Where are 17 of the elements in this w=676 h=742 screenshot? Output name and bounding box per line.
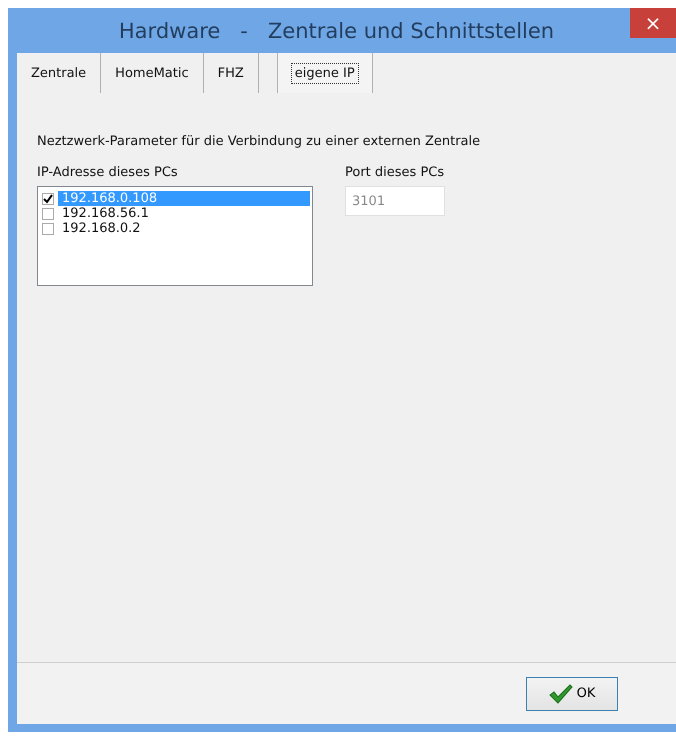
close-button[interactable]: ×	[630, 8, 676, 38]
window-title: Hardware - Zentrale und Schnittstellen	[118, 18, 554, 42]
tab[interactable]: HomeMatic	[101, 53, 204, 93]
ip-address-item[interactable]: 192.168.56.1	[58, 206, 310, 221]
tab[interactable]: eigene IP	[276, 53, 373, 93]
checkbox[interactable]	[42, 208, 54, 220]
description-text: Neztzwerk-Parameter für die Verbindung zu einer externen Zentrale	[37, 134, 482, 149]
check-icon	[548, 684, 573, 704]
tab[interactable]: FHZ	[204, 53, 259, 93]
checkbox[interactable]	[42, 192, 54, 204]
ip-address-item[interactable]: 192.168.0.2	[58, 221, 310, 236]
ip-list-label: IP-Adresse dieses PCs	[37, 165, 179, 180]
tab[interactable]: Zentrale	[17, 53, 102, 93]
checkbox[interactable]	[42, 222, 54, 234]
port-label: Port dieses PCs	[345, 165, 445, 180]
ok-button[interactable]: OK	[526, 676, 618, 710]
ip-address-list[interactable]: 192.168.0.108 192.168.56.1 192.168.0.2	[37, 186, 313, 286]
